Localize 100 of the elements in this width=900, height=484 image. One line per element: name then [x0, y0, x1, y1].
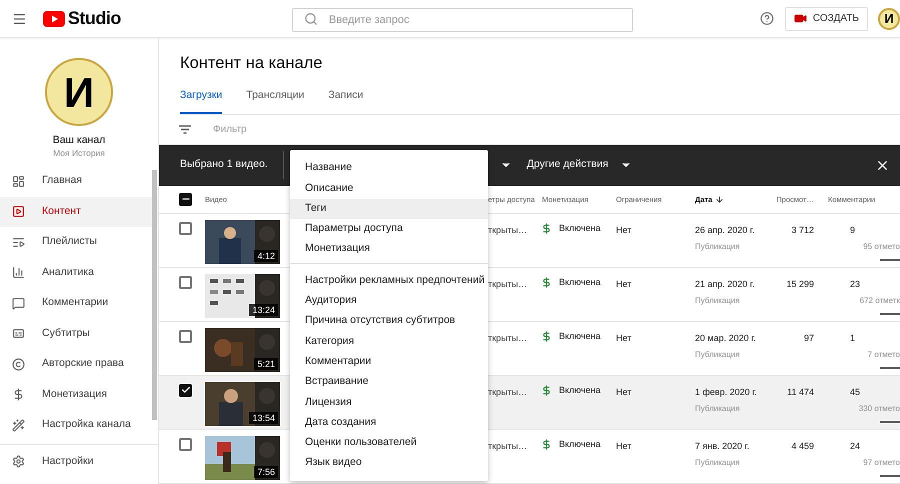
menu-item[interactable]: Язык видео [290, 453, 488, 474]
playlist-icon [12, 236, 25, 249]
tab[interactable]: Загрузки [180, 88, 222, 114]
table-cell-text: 26 апр. 2020 г. [695, 224, 756, 237]
sidebar-item[interactable]: Главная [0, 166, 158, 196]
table-cell-text: 1 февр. 2020 г. [695, 386, 758, 399]
comment-icon [12, 296, 25, 310]
menu-item[interactable]: Настройки рекламных предпочтений [290, 270, 488, 291]
sidebar-item[interactable]: Субтитры [0, 318, 158, 349]
dollar-icon [541, 331, 552, 342]
duration-badge: 13:24 [249, 304, 278, 316]
table-cell: ткрыты… [488, 332, 528, 343]
menu-item[interactable]: Оценки пользователей [290, 432, 488, 454]
table-cell-text: 20 мар. 2020 г. [695, 332, 757, 345]
table-cell: Нет [616, 224, 632, 235]
sidebar-item[interactable]: Авторские права [0, 349, 158, 380]
table-cell: ткрыты… [488, 224, 528, 235]
table-cell: 97 [804, 332, 814, 343]
menu-item[interactable]: Лицензия [290, 392, 488, 413]
dollar-icon [12, 388, 25, 402]
wand-icon [12, 418, 25, 432]
menu-item[interactable]: Монетизация [290, 239, 488, 260]
table-cell: Нет [616, 386, 632, 397]
table-cell: ткрыты… [488, 440, 528, 451]
checkbox[interactable] [179, 438, 192, 451]
play-logo-icon [42, 10, 65, 26]
sidebar-item[interactable]: Комментарии [0, 288, 158, 318]
video-icon [12, 205, 25, 218]
table-cell: Нет [616, 440, 632, 451]
checkbox[interactable] [179, 384, 192, 397]
dollar-icon [541, 385, 552, 396]
tab[interactable]: Трансляции [246, 88, 304, 114]
dollar-icon [541, 223, 552, 234]
likes-bar [880, 421, 900, 424]
likes-count: 95 отмето [863, 241, 900, 254]
menu-item[interactable]: Название [290, 158, 488, 178]
table-cell-text: 45 [850, 386, 862, 399]
camera-icon [794, 12, 807, 25]
menu-item[interactable]: Комментарии [290, 352, 488, 372]
likes-bar [880, 475, 900, 478]
likes-bar [880, 367, 900, 370]
checkbox[interactable] [179, 330, 192, 343]
menu-item[interactable]: Описание [290, 178, 488, 199]
table-cell: 15 299 [786, 278, 814, 289]
check-icon [180, 385, 190, 396]
dashboard-icon [12, 174, 25, 188]
checkbox[interactable] [179, 192, 192, 206]
channel-name: Моя История [53, 148, 105, 159]
search-field[interactable]: Введите запрос [292, 8, 633, 32]
table-cell: 4 459 [791, 440, 814, 451]
sidebar-item[interactable]: Контент [0, 196, 158, 227]
likes-count: 330 отмето [858, 403, 900, 416]
duration-badge: 13:54 [249, 412, 278, 424]
logo-text: Studio [68, 7, 121, 30]
likes-count: 7 отмето [868, 349, 900, 362]
table-cell: 11 474 [787, 386, 814, 397]
menu-item[interactable]: Параметры доступа [290, 218, 488, 240]
date-note: Публикация [695, 349, 741, 362]
checkbox[interactable] [179, 276, 192, 289]
help-icon[interactable] [760, 11, 774, 26]
sort-arrow-icon [715, 194, 724, 204]
likes-bar [880, 313, 900, 316]
page-title: Контент на канале [180, 53, 324, 73]
date-note: Публикация [695, 403, 741, 416]
selection-count: Выбрано 1 видео. [180, 157, 268, 172]
create-button[interactable]: СОЗДАТЬ [784, 6, 868, 30]
table-cell: ткрыты… [488, 386, 528, 397]
filter-field[interactable]: Фильтр [213, 114, 900, 144]
sidebar-item[interactable]: Настройка канала [0, 410, 158, 440]
tab[interactable]: Записи [328, 88, 364, 114]
scrollbar[interactable] [152, 170, 157, 420]
duration-badge: 4:12 [254, 250, 278, 262]
likes-bar [880, 259, 900, 262]
duration-badge: 5:21 [254, 358, 278, 370]
table-cell-text: Включена [559, 330, 601, 343]
table-cell-text: 9 [850, 224, 856, 237]
date-note: Публикация [695, 457, 741, 470]
other-actions-button[interactable]: Другие действия [526, 157, 632, 174]
sidebar-item[interactable]: Настройки [0, 446, 158, 476]
sidebar-item[interactable]: Плейлисты [0, 227, 158, 258]
table-cell: 3 712 [791, 224, 814, 235]
table-cell-text: 24 [850, 440, 862, 453]
menu-item[interactable]: Теги [290, 198, 488, 219]
dollar-icon [541, 277, 552, 288]
checkbox[interactable] [179, 222, 192, 235]
table-cell: ткрыты… [488, 278, 528, 289]
channel-logo: И [878, 8, 900, 30]
table-cell-text: 1 [850, 332, 856, 345]
date-note: Публикация [695, 295, 741, 308]
likes-count: 672 отметк [860, 295, 900, 308]
channel-title: Ваш канал [52, 134, 106, 147]
filter-icon [179, 124, 191, 134]
dollar-icon [541, 439, 552, 450]
menu-item[interactable]: Аудитория [290, 290, 488, 312]
table-cell: Нет [616, 332, 632, 343]
sidebar-item[interactable]: Монетизация [0, 380, 158, 410]
table-cell-text: Включена [559, 438, 601, 451]
table-cell-text: 21 апр. 2020 г. [695, 278, 756, 291]
sidebar-item[interactable]: Аналитика [0, 258, 158, 288]
menu-item[interactable]: Категория [290, 331, 488, 352]
